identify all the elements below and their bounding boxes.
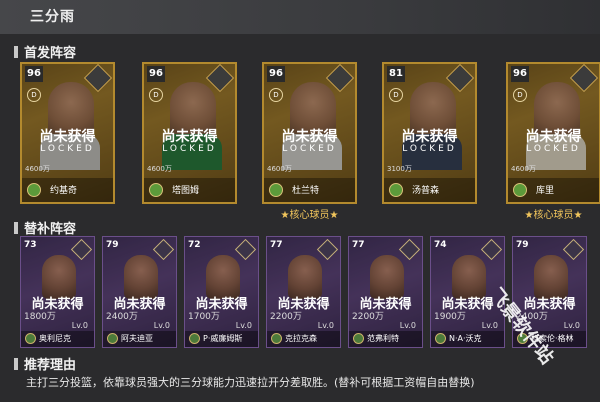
team-logo-icon — [27, 183, 41, 197]
tier-badge-icon: D — [513, 88, 527, 102]
card-rating: 77 — [270, 240, 283, 250]
recommend-text: 主打三分投篮，依靠球员强大的三分球能力迅速拉开分差取胜。(替补可根据工资帽自由替… — [26, 376, 475, 389]
card-price: 4600万 — [511, 165, 536, 173]
team-logo-icon — [107, 333, 118, 344]
locked-en-label: LOCKED — [282, 144, 337, 154]
bench-card[interactable]: 77 尚未获得 2200万 Lv.0 范弗利特 — [348, 236, 423, 348]
team-logo-icon — [269, 183, 283, 197]
bench-card[interactable]: 73 尚未获得 1800万 Lv.0 奥利尼克 — [20, 236, 95, 348]
recommend-section-title: 推荐理由 — [14, 354, 76, 373]
bench-card[interactable]: 72 尚未获得 1700万 Lv.0 P·威廉姆斯 — [184, 236, 259, 348]
starter-card[interactable]: 96 D 尚未获得 LOCKED 4600万杜兰特 — [262, 62, 357, 204]
card-rating: 96 — [267, 66, 285, 82]
card-price: 4600万 — [25, 165, 50, 173]
bench-card[interactable]: 79 尚未获得 2400万 Lv.0 阿夫迪亚 — [102, 236, 177, 348]
starter-card[interactable]: 96 D 尚未获得 LOCKED 4600万塔图姆 — [142, 62, 237, 204]
bench-card[interactable]: 77 尚未获得 2200万 Lv.0 克拉克森 — [266, 236, 341, 348]
locked-label: 尚未获得 — [281, 129, 338, 145]
player-name: 范弗利特 — [367, 334, 399, 343]
locked-en-label: LOCKED — [162, 144, 217, 154]
page-title: 三分雨 — [30, 9, 75, 25]
card-price: 1900万 — [434, 312, 466, 322]
card-rating: 96 — [147, 66, 165, 82]
card-price: 4600万 — [267, 165, 292, 173]
tier-badge-icon: D — [269, 88, 283, 102]
locked-en-label: LOCKED — [40, 144, 95, 154]
title-bar: 三分雨 — [0, 0, 600, 34]
locked-label: 尚未获得 — [525, 129, 582, 145]
card-rating: 79 — [516, 240, 529, 250]
team-logo-icon — [25, 333, 36, 344]
starter-card[interactable]: 81 D 尚未获得 LOCKED 3100万汤普森 — [382, 62, 477, 204]
card-rating: 81 — [387, 66, 405, 82]
card-level: Lv.0 — [317, 321, 334, 330]
locked-en-label: LOCKED — [402, 144, 457, 154]
locked-en-label: LOCKED — [526, 144, 581, 154]
team-logo-icon — [389, 183, 403, 197]
card-price: 2200万 — [352, 312, 384, 322]
card-level: Lv.0 — [399, 321, 416, 330]
team-logo-icon — [435, 333, 446, 344]
card-rating: 72 — [188, 240, 201, 250]
core-player-label: ★核心球员★ — [524, 210, 583, 221]
player-name: 汤普森 — [412, 186, 440, 196]
card-price: 1700万 — [188, 312, 220, 322]
team-logo-icon — [149, 183, 163, 197]
player-name: P·威廉姆斯 — [203, 334, 243, 343]
player-name: 克拉克森 — [285, 334, 317, 343]
player-name: 奥利尼克 — [39, 334, 71, 343]
locked-label: 尚未获得 — [39, 129, 96, 145]
card-rating: 73 — [24, 240, 37, 250]
player-name: N·A·沃克 — [449, 334, 482, 343]
tier-badge-icon: D — [149, 88, 163, 102]
player-name: 塔图姆 — [172, 186, 200, 196]
team-logo-icon — [353, 333, 364, 344]
starter-card[interactable]: 96 D 尚未获得 LOCKED 4600万约基奇 — [20, 62, 115, 204]
team-logo-icon — [189, 333, 200, 344]
card-rating: 96 — [25, 66, 43, 82]
card-rating: 79 — [106, 240, 119, 250]
player-name: 库里 — [536, 186, 555, 196]
card-level: Lv.0 — [481, 321, 498, 330]
starting-section-title: 首发阵容 — [14, 42, 76, 61]
card-level: Lv.0 — [153, 321, 170, 330]
card-price: 4600万 — [147, 165, 172, 173]
starter-card[interactable]: 96 D 尚未获得 LOCKED 4600万库里 — [506, 62, 600, 204]
team-logo-icon — [513, 183, 527, 197]
card-price: 3100万 — [387, 165, 412, 173]
card-rating: 96 — [511, 66, 529, 82]
player-name: 杜兰特 — [292, 186, 320, 196]
locked-label: 尚未获得 — [401, 129, 458, 145]
card-rating: 74 — [434, 240, 447, 250]
bench-section-title: 替补阵容 — [14, 218, 76, 237]
tier-badge-icon: D — [27, 88, 41, 102]
core-player-label: ★核心球员★ — [280, 210, 339, 221]
card-price: 2400万 — [106, 312, 138, 322]
card-rating: 77 — [352, 240, 365, 250]
player-name: 约基奇 — [50, 186, 78, 196]
player-name: 阿夫迪亚 — [121, 334, 153, 343]
card-price: 1800万 — [24, 312, 56, 322]
locked-label: 尚未获得 — [161, 129, 218, 145]
card-level: Lv.0 — [71, 321, 88, 330]
card-level: Lv.0 — [235, 321, 252, 330]
card-price: 2200万 — [270, 312, 302, 322]
tier-badge-icon: D — [389, 88, 403, 102]
card-level: Lv.0 — [563, 321, 580, 330]
team-logo-icon — [271, 333, 282, 344]
